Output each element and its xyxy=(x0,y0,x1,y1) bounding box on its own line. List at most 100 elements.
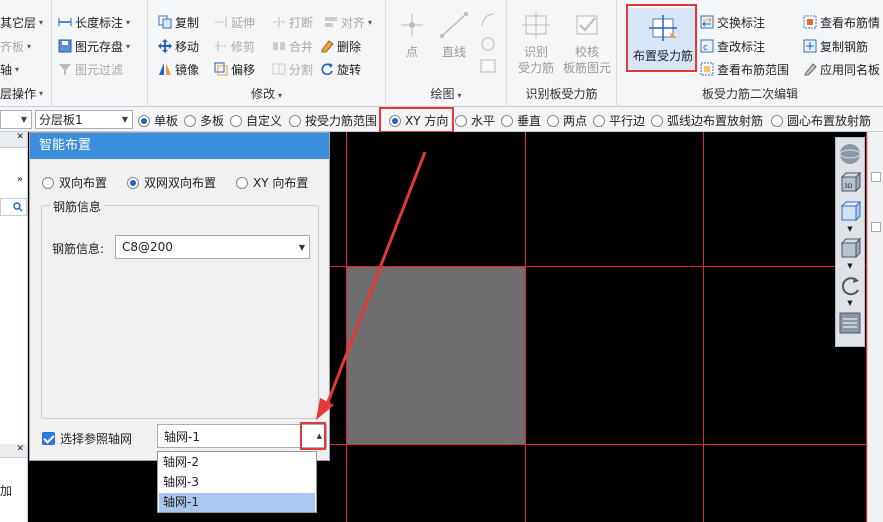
radio-double-net-bidirectional[interactable]: 双网双向布置 xyxy=(127,174,216,191)
split-button[interactable]: 分割 xyxy=(272,59,313,79)
opt-two-points[interactable]: 两点 xyxy=(547,112,587,129)
view-info-label: 查看布筋情 xyxy=(820,15,881,30)
axis-button[interactable]: 轴 ▾ xyxy=(0,59,19,79)
check-mark-button[interactable]: c 查改标注 xyxy=(700,36,765,56)
extend-icon xyxy=(214,15,228,29)
cube-view-icon[interactable] xyxy=(837,199,863,225)
identify-label-2: 受力筋 xyxy=(517,61,554,75)
save-element-button[interactable]: 图元存盘 ▾ xyxy=(58,36,130,56)
close-icon[interactable]: ✕ xyxy=(0,444,27,458)
opt-horizontal[interactable]: 水平 xyxy=(455,112,495,129)
right-side-panel xyxy=(867,132,883,522)
identify-rebar-button[interactable]: 识别 受力筋 xyxy=(513,10,559,76)
panel-toggle[interactable] xyxy=(871,172,881,182)
panel-toggle[interactable] xyxy=(871,222,881,232)
axis-option-2[interactable]: 轴网-2 xyxy=(159,453,315,472)
break-button[interactable]: 打断 xyxy=(272,12,313,32)
other-layer-button[interactable]: 其它层 ▾ xyxy=(0,12,43,32)
floor-combo[interactable]: ▼ xyxy=(0,110,32,129)
3d-view-icon[interactable]: 3D xyxy=(837,170,863,196)
chevron-down-icon[interactable]: ▼ xyxy=(836,225,864,233)
opt-by-rebar-range[interactable]: 按受力筋范围 xyxy=(289,112,377,129)
opt-vertical[interactable]: 垂直 xyxy=(501,112,541,129)
view-range-button[interactable]: 查看布筋范围 xyxy=(700,59,789,79)
axis-option-1[interactable]: 轴网-1 xyxy=(159,493,315,512)
axis-line-v2 xyxy=(525,132,526,522)
ribbon-group-modify: 复制 延伸 打断 对齐 ▾ 移动 修剪 合并 删除 镜像 偏移 分割 旋转 修改… xyxy=(148,0,386,107)
axis-option-3[interactable]: 轴网-3 xyxy=(159,473,315,492)
opt-parallel-edge[interactable]: 平行边 xyxy=(593,112,645,129)
opt-multi-slab[interactable]: 多板 xyxy=(184,112,224,129)
trim-icon xyxy=(214,39,228,53)
point-icon xyxy=(396,10,428,40)
grid-settings-icon[interactable] xyxy=(837,310,863,336)
chevron-down-icon[interactable]: ▼ xyxy=(836,262,864,270)
axis-line-h2 xyxy=(330,444,883,445)
opt-center-radial[interactable]: 圆心布置放射筋 xyxy=(771,112,871,129)
rebar-info-select[interactable]: C8@200 ▼ xyxy=(115,235,310,259)
check-mark-label: 查改标注 xyxy=(717,39,766,54)
drawing-canvas[interactable] xyxy=(330,132,883,522)
chevron-down-icon: ▾ xyxy=(126,41,131,51)
copy-rebar-icon xyxy=(803,39,817,53)
opt-arc-radial[interactable]: 弧线边布置放射筋 xyxy=(651,112,763,129)
ref-axis-checkbox[interactable]: 选择参照轴网 xyxy=(42,430,132,447)
opt-label: 多板 xyxy=(200,114,225,128)
mirror-button[interactable]: 镜像 xyxy=(158,59,199,79)
point-label: 点 xyxy=(405,45,418,59)
view-toolbar: 3D ▼ ▼ ▼ xyxy=(835,137,865,347)
rotate-label: 旋转 xyxy=(337,62,362,77)
radio-label: 双向布置 xyxy=(59,176,108,190)
offset-button[interactable]: 偏移 xyxy=(214,59,255,79)
verify-rebar-button[interactable]: 校核 板筋图元 xyxy=(561,10,613,76)
move-button[interactable]: 移动 xyxy=(158,36,199,56)
close-icon[interactable]: ✕ xyxy=(0,132,27,148)
globe-icon[interactable] xyxy=(837,141,863,167)
rebar-info-legend: 钢筋信息 xyxy=(50,198,105,215)
opt-custom[interactable]: 自定义 xyxy=(230,112,282,129)
line-button[interactable]: 直线 xyxy=(436,10,472,60)
chevron-down-icon: ▾ xyxy=(27,41,32,51)
slab-layer-combo[interactable]: 分层板1 ▼ xyxy=(35,110,133,129)
view-info-button[interactable]: 查看布筋情 xyxy=(803,12,880,32)
align-icon xyxy=(324,15,338,29)
merge-button[interactable]: 合并 xyxy=(272,36,313,56)
length-mark-label: 长度标注 xyxy=(75,15,124,30)
radio-icon xyxy=(184,114,196,127)
point-button[interactable]: 点 xyxy=(396,10,428,60)
offset-label: 偏移 xyxy=(231,62,256,77)
checkbox-icon xyxy=(42,432,55,445)
radio-xy-layout[interactable]: XY 向布置 xyxy=(236,174,308,191)
element-filter-button[interactable]: 图元过滤 xyxy=(58,59,123,79)
opt-single-slab[interactable]: 单板 xyxy=(138,112,178,129)
length-mark-button[interactable]: 长度标注 ▾ xyxy=(58,12,130,32)
arc-circle-rect-icons[interactable] xyxy=(478,10,498,76)
rotate-button[interactable]: 旋转 xyxy=(320,59,361,79)
copy-button[interactable]: 复制 xyxy=(158,12,199,32)
search-box[interactable] xyxy=(0,198,27,216)
box-view-icon[interactable] xyxy=(837,236,863,262)
swap-icon xyxy=(700,15,714,29)
delete-button[interactable]: 删除 xyxy=(320,36,361,56)
layer-operation-title[interactable]: 层操作 ▾ xyxy=(0,83,43,103)
extend-button[interactable]: 延伸 xyxy=(214,12,255,32)
chevron-down-icon: ▾ xyxy=(39,17,44,27)
opt-label: 水平 xyxy=(471,114,496,128)
trim-button[interactable]: 修剪 xyxy=(214,36,255,56)
radio-bidirectional[interactable]: 双向布置 xyxy=(42,174,107,191)
expand-icon[interactable]: » xyxy=(17,174,23,185)
align-button[interactable]: 对齐 ▾ xyxy=(324,12,372,32)
ref-axis-label: 选择参照轴网 xyxy=(60,432,133,446)
apply-same-name-button[interactable]: 应用同名板 xyxy=(803,59,880,79)
rotate-view-icon[interactable] xyxy=(837,273,863,299)
break-icon xyxy=(272,15,286,29)
opt-label: 垂直 xyxy=(517,114,542,128)
align-slab-button[interactable]: 齐板 ▾ xyxy=(0,36,31,56)
copy-rebar-button[interactable]: 复制钢筋 xyxy=(803,36,868,56)
swap-mark-button[interactable]: 交换标注 xyxy=(700,12,765,32)
dialog-title: 智能布置 xyxy=(30,133,329,159)
chevron-down-icon[interactable]: ▼ xyxy=(836,299,864,307)
add-tab[interactable]: 加 xyxy=(0,482,12,499)
selected-slab-area[interactable] xyxy=(347,266,525,444)
opt-label: 单板 xyxy=(154,114,179,128)
